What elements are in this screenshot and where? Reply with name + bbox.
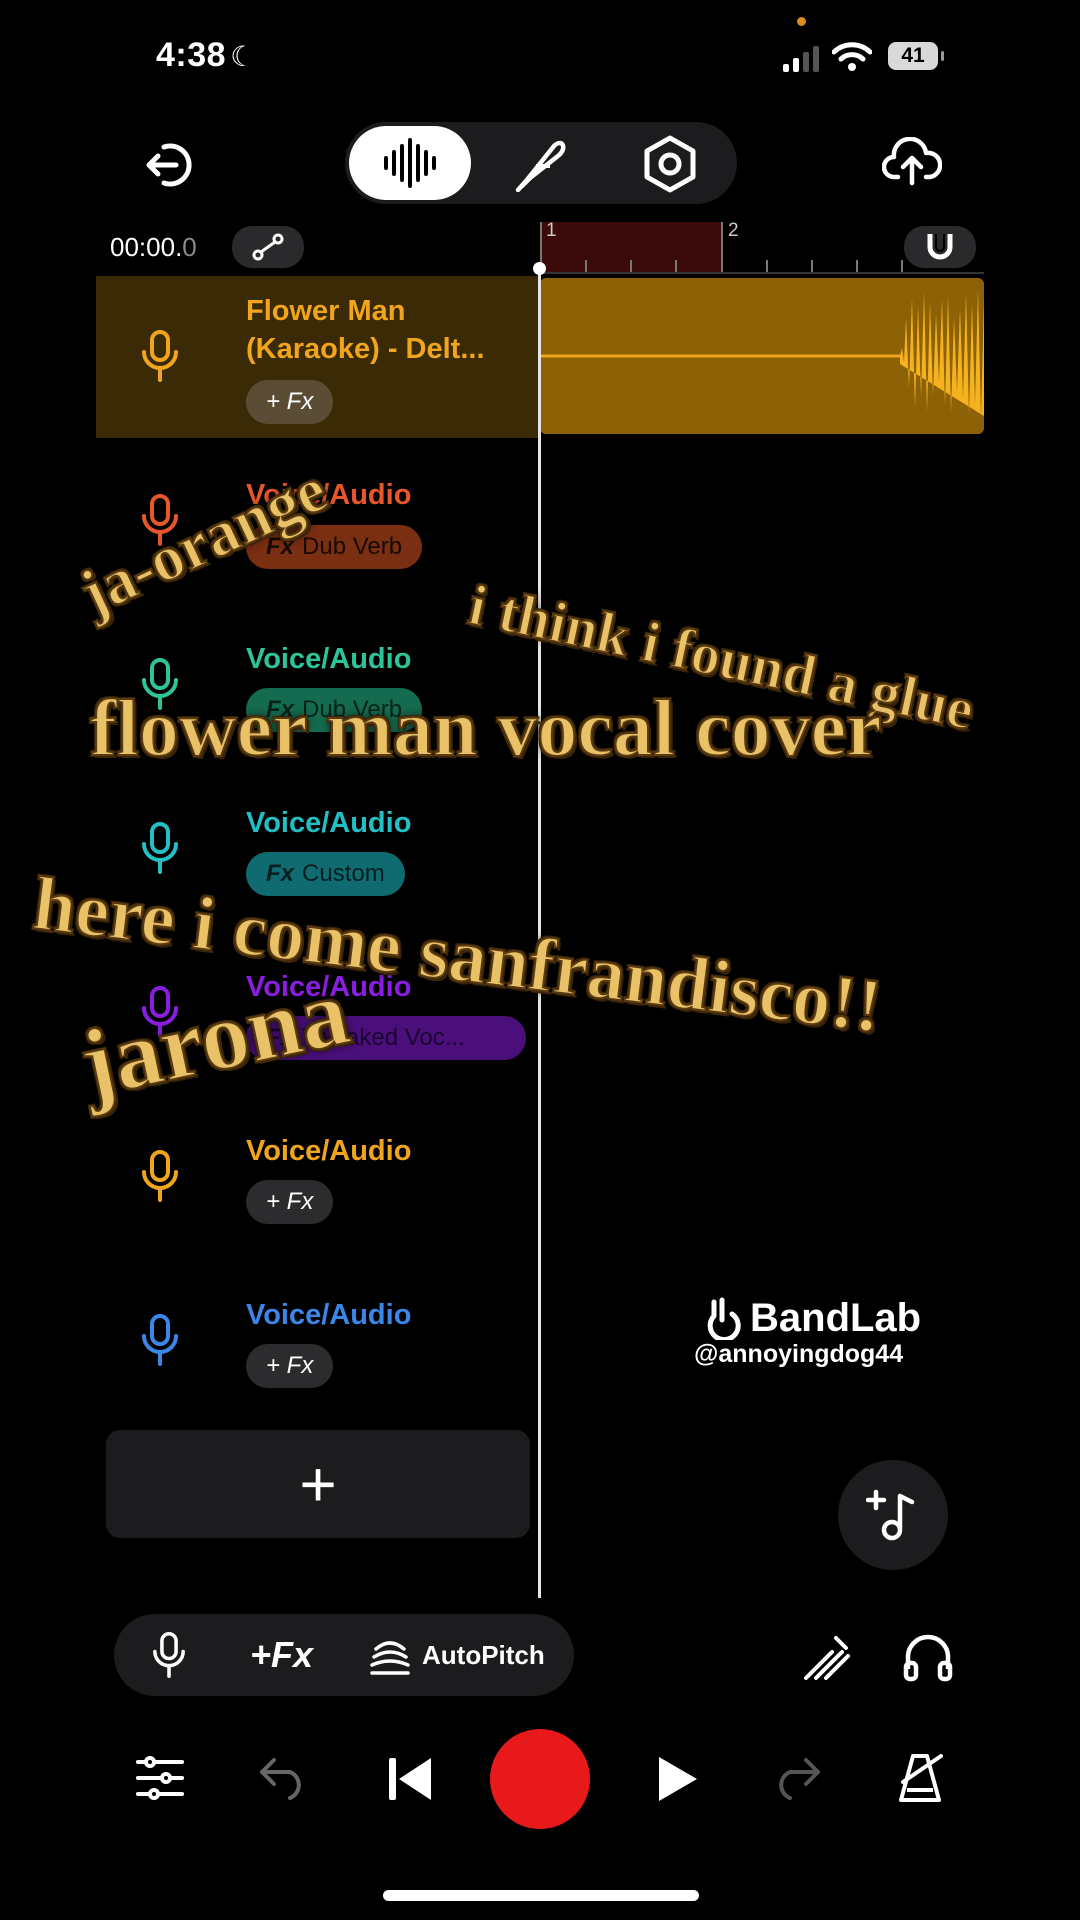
waveform-icon: [384, 138, 436, 188]
play-button[interactable]: [650, 1752, 706, 1806]
tab-tracks[interactable]: [349, 126, 471, 200]
add-track-button[interactable]: +: [106, 1430, 530, 1538]
waveform: [540, 290, 984, 418]
ruler-baseline: [540, 272, 984, 274]
slash-tools-icon: [804, 1636, 850, 1680]
headphones-button[interactable]: [900, 1630, 956, 1686]
headphones-icon: [903, 1634, 953, 1682]
add-note-icon: [866, 1489, 915, 1541]
undo-icon: [260, 1758, 301, 1800]
bar-number-1: 1: [546, 220, 557, 241]
timecode: 00:00.0: [110, 232, 197, 262]
record-button[interactable]: [490, 1729, 590, 1829]
bar-number-2: 2: [728, 220, 739, 241]
add-fx-chip[interactable]: + Fx: [246, 380, 334, 424]
redo-icon: [779, 1758, 820, 1800]
automation-icon: [252, 233, 284, 261]
moon-icon: ☾: [230, 41, 256, 72]
ruler-tick: [585, 260, 587, 272]
mic-icon: [140, 1150, 180, 1202]
battery-indicator: 41: [888, 42, 944, 70]
ruler-tick: [630, 260, 632, 272]
caption-vocal-cover: flower man vocal cover: [89, 684, 883, 774]
plus-label: +: [299, 1448, 337, 1520]
home-indicator[interactable]: [383, 1890, 699, 1901]
track-name[interactable]: Voice/Audio: [246, 1132, 411, 1170]
mic-icon: [140, 822, 180, 874]
tab-lyrics[interactable]: [505, 134, 575, 194]
wifi-icon: [831, 40, 873, 77]
caption-jarona: jarona: [70, 956, 359, 1119]
ruler-tick: [766, 260, 768, 272]
track-name[interactable]: Voice/Audio: [246, 1296, 411, 1334]
mic-icon: [140, 1314, 180, 1366]
cloud-upload-icon[interactable]: [880, 134, 944, 190]
status-time: 4:38 ☾: [156, 36, 256, 74]
snap-button[interactable]: [904, 226, 976, 268]
play-icon: [659, 1757, 697, 1801]
fx-tool-button[interactable]: +Fx: [250, 1634, 313, 1676]
magnet-icon: [927, 234, 953, 260]
mic-icon: [153, 1632, 185, 1678]
metronome-button[interactable]: [892, 1750, 948, 1806]
audio-clip[interactable]: [540, 278, 984, 434]
track-name[interactable]: Voice/Audio: [246, 640, 411, 678]
track-name[interactable]: Voice/Audio: [246, 804, 411, 842]
track-name[interactable]: Flower Man (Karaoke) - Delt...: [246, 292, 485, 368]
tuning-fork-button[interactable]: [800, 1630, 854, 1684]
tab-settings[interactable]: [640, 134, 700, 194]
metronome-icon: [899, 1754, 943, 1802]
feather-icon: [515, 140, 566, 192]
mixer-button[interactable]: [134, 1752, 186, 1804]
undo-button[interactable]: [256, 1752, 312, 1804]
ruler-tick: [901, 260, 903, 272]
bandlab-logo-icon: [700, 1296, 744, 1345]
user-handle: @annoyingdog44: [694, 1340, 904, 1368]
ruler-tick: [721, 222, 723, 272]
ruler-tick: [811, 260, 813, 272]
signal-icon: [783, 46, 823, 77]
mic-tool-button[interactable]: [144, 1630, 194, 1680]
camera-indicator: [797, 17, 806, 26]
skip-back-button[interactable]: [382, 1752, 438, 1806]
mic-icon: [140, 330, 180, 382]
ruler-tick: [856, 260, 858, 272]
ruler-tick: [675, 260, 677, 272]
autopitch-label: AutoPitch: [422, 1639, 545, 1670]
playhead-handle[interactable]: [533, 262, 546, 275]
add-fx-chip[interactable]: + Fx: [246, 1344, 334, 1388]
brand-name: BandLab: [750, 1296, 922, 1340]
redo-button[interactable]: [768, 1752, 824, 1804]
autopitch-button[interactable]: AutoPitch: [370, 1632, 545, 1678]
sliders-icon: [136, 1756, 184, 1800]
automation-button[interactable]: [232, 226, 304, 268]
add-fx-chip[interactable]: + Fx: [246, 1180, 334, 1224]
add-music-button[interactable]: [838, 1460, 948, 1570]
exit-icon[interactable]: [140, 138, 200, 192]
autopitch-icon: [370, 1641, 410, 1675]
settings-hex-icon: [644, 135, 696, 193]
skip-back-icon: [389, 1758, 431, 1800]
